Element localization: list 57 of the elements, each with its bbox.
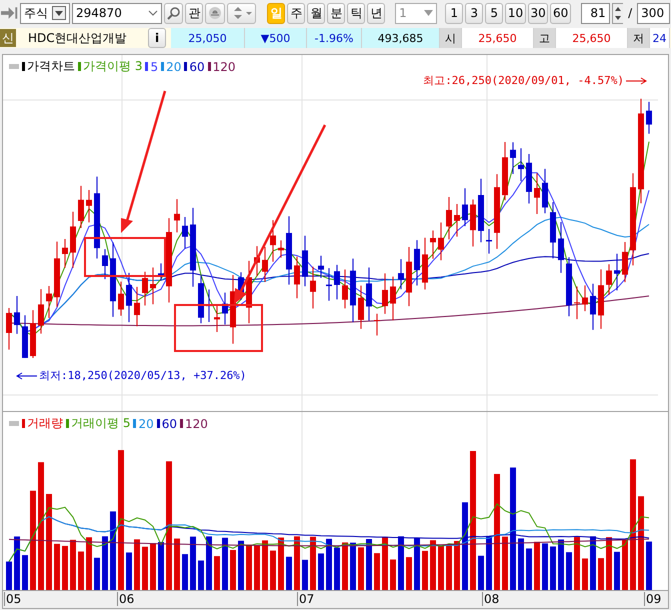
- legend-label: 거래이평 5: [71, 415, 130, 432]
- stock-badge: 신: [0, 29, 16, 47]
- interval-button[interactable]: 3: [465, 2, 484, 24]
- volume-value: 493,685: [362, 28, 440, 48]
- legend-label: 120: [212, 60, 236, 74]
- axis-label: 07: [297, 592, 314, 606]
- price-value: 25,050: [171, 28, 245, 48]
- total-field[interactable]: 300: [637, 2, 670, 24]
- stock-code-field[interactable]: 294870: [72, 2, 162, 24]
- change-percent: -1.96%: [307, 28, 362, 48]
- quote-value: 25,650: [462, 28, 534, 48]
- axis-label: 08: [482, 592, 500, 606]
- legend-label: 20: [138, 416, 154, 430]
- info-button[interactable]: i: [148, 28, 166, 48]
- stock-name: HDC현대산업개발: [27, 30, 128, 46]
- legend-label: 60: [189, 60, 205, 74]
- interval-button[interactable]: 5: [485, 2, 504, 24]
- arrow-icon: [15, 372, 37, 380]
- legend-label: 20: [166, 60, 182, 74]
- low-price-note: 최저:18,250(2020/05/13, +37.26%): [39, 368, 246, 383]
- quote-label: 저: [628, 28, 650, 48]
- legend-label: 가격차트: [27, 58, 75, 75]
- quote-value: 24: [650, 28, 670, 48]
- axis-label: 09: [644, 592, 662, 606]
- axis-label: 05: [4, 592, 22, 606]
- period-tab[interactable]: 틱: [347, 2, 366, 24]
- quote-value: 25,650: [556, 28, 628, 48]
- panel-handle-icon[interactable]: [9, 421, 19, 426]
- up-down-spinner[interactable]: [226, 2, 256, 24]
- high-price-note: 최고:26,250(2020/09/01, -4.57%): [423, 73, 624, 88]
- legend-label: 가격이평 3: [83, 58, 142, 75]
- separator-text: /: [627, 6, 634, 20]
- period-tab[interactable]: 년: [367, 2, 386, 24]
- period-tab[interactable]: 분: [327, 2, 346, 24]
- legend-label: 5: [150, 60, 158, 74]
- interval-button[interactable]: 30: [528, 2, 548, 24]
- market-select[interactable]: 주식: [20, 2, 70, 24]
- period-tab[interactable]: 주: [287, 2, 306, 24]
- interval-button[interactable]: 10: [505, 2, 526, 24]
- panel-handle-icon[interactable]: [9, 64, 19, 69]
- interval-button[interactable]: 1: [445, 2, 464, 24]
- quote-label: 고: [534, 28, 556, 48]
- arrow-icon: [626, 76, 648, 84]
- axis-label: 06: [117, 592, 134, 606]
- count-field[interactable]: 81: [580, 2, 610, 24]
- spinner-icon[interactable]: [612, 2, 624, 24]
- change-value: ▼500: [245, 28, 307, 48]
- legend-label: 거래량: [27, 415, 63, 432]
- interval-button[interactable]: 60: [550, 2, 571, 24]
- legend-label: 60: [162, 416, 178, 430]
- sidebar-toggle-icon[interactable]: [1, 6, 18, 20]
- watch-button[interactable]: 관: [185, 2, 204, 24]
- interval-select[interactable]: 1: [395, 2, 438, 24]
- legend-label: 120: [185, 416, 208, 430]
- quote-label: 시: [440, 28, 462, 48]
- search-button[interactable]: [164, 2, 184, 24]
- period-tab[interactable]: 월: [307, 2, 326, 24]
